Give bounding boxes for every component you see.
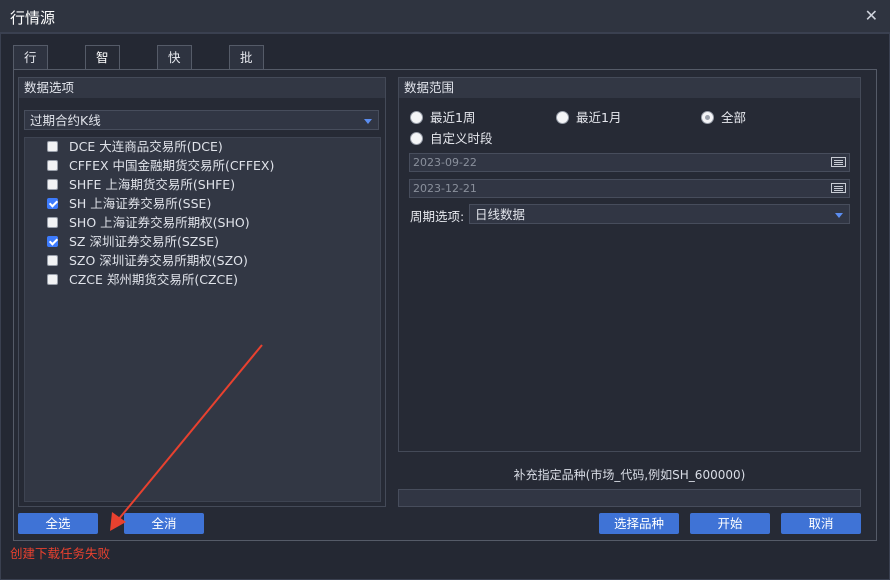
- start-date-value: 2023-09-22: [413, 156, 477, 169]
- list-item-label: DCE 大连商品交易所(DCE): [69, 139, 223, 154]
- supplement-input[interactable]: [398, 489, 861, 507]
- checkbox-shfe[interactable]: [47, 179, 58, 190]
- window-title: 行情源: [10, 9, 56, 27]
- chevron-down-icon: [364, 119, 372, 124]
- error-message: 创建下载任务失败: [10, 546, 111, 561]
- radio-dot[interactable]: [701, 111, 714, 124]
- calendar-icon[interactable]: [831, 183, 846, 193]
- title-bar: 行情源 ✕: [0, 0, 890, 33]
- list-item-label: SHFE 上海期货交易所(SHFE): [69, 177, 236, 192]
- tab-smart-download[interactable]: 智能下载: [85, 45, 120, 137]
- checkbox-sho[interactable]: [47, 217, 58, 228]
- checkbox-dce[interactable]: [47, 141, 58, 152]
- list-item-label: SH 上海证券交易所(SSE): [69, 196, 212, 211]
- list-item-label: SHO 上海证券交易所期权(SHO): [69, 215, 250, 230]
- start-button[interactable]: 开始: [690, 513, 770, 534]
- cancel-button[interactable]: 取消: [781, 513, 861, 534]
- supplement-label: 补充指定品种(市场_代码,例如SH_600000): [513, 468, 746, 482]
- start-date-field[interactable]: 2023-09-22: [409, 153, 850, 172]
- exchange-list[interactable]: DCE 大连商品交易所(DCE) CFFEX 中国金融期货交易所(CFFEX) …: [24, 137, 381, 502]
- calendar-icon[interactable]: [831, 157, 846, 167]
- radio-label: 最近1月: [576, 110, 622, 125]
- tab-fast-download[interactable]: 快速下载: [157, 45, 192, 137]
- radio-label: 最近1周: [430, 110, 476, 125]
- select-all-button[interactable]: 全选: [18, 513, 98, 534]
- checkbox-cffex[interactable]: [47, 160, 58, 171]
- checkbox-sz[interactable]: [47, 236, 58, 247]
- clear-all-button[interactable]: 全消: [124, 513, 204, 534]
- end-date-value: 2023-12-21: [413, 182, 477, 195]
- close-icon[interactable]: ✕: [865, 6, 878, 25]
- list-item-label: CFFEX 中国金融期货交易所(CFFEX): [69, 158, 275, 173]
- period-label: 周期选项:: [410, 209, 465, 224]
- checkbox-czce[interactable]: [47, 274, 58, 285]
- chevron-down-icon: [835, 213, 843, 218]
- list-item-label: CZCE 郑州期货交易所(CZCE): [69, 272, 239, 287]
- period-select[interactable]: 日线数据: [469, 204, 850, 224]
- end-date-field[interactable]: 2023-12-21: [409, 179, 850, 198]
- list-item-label: SZ 深圳证券交易所(SZSE): [69, 234, 220, 249]
- checkbox-szo[interactable]: [47, 255, 58, 266]
- radio-dot[interactable]: [556, 111, 569, 124]
- data-options-title: 数据选项: [19, 78, 385, 98]
- contract-type-value: 过期合约K线: [30, 113, 101, 128]
- data-range-title: 数据范围: [399, 78, 860, 98]
- tab-batch-download[interactable]: 批量下载: [229, 45, 264, 137]
- choose-symbols-button[interactable]: 选择品种: [599, 513, 679, 534]
- radio-label: 全部: [721, 110, 747, 125]
- radio-dot[interactable]: [410, 132, 423, 145]
- list-item-label: SZO 深圳证券交易所期权(SZO): [69, 253, 248, 268]
- period-value: 日线数据: [475, 207, 526, 222]
- radio-label: 自定义时段: [430, 131, 493, 146]
- tab-market-select[interactable]: 行情选择: [13, 45, 48, 137]
- radio-dot[interactable]: [410, 111, 423, 124]
- checkbox-sh[interactable]: [47, 198, 58, 209]
- contract-type-select[interactable]: 过期合约K线: [24, 110, 379, 130]
